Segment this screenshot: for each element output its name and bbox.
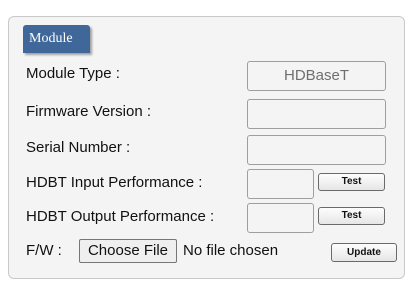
hdbt-input-label: HDBT Input Performance : bbox=[26, 174, 203, 191]
hdbt-output-field bbox=[247, 203, 314, 233]
fw-label: F/W : bbox=[26, 242, 62, 259]
firmware-version-field bbox=[247, 99, 386, 129]
panel-title-tab: Module bbox=[23, 25, 90, 53]
hdbt-input-field bbox=[247, 169, 314, 199]
update-button[interactable]: Update bbox=[331, 243, 397, 262]
serial-number-field bbox=[247, 135, 386, 165]
hdbt-output-label: HDBT Output Performance : bbox=[26, 208, 215, 225]
choose-file-button[interactable]: Choose File bbox=[79, 239, 177, 263]
file-status-text: No file chosen bbox=[183, 242, 279, 259]
module-type-field: HDBaseT bbox=[247, 61, 386, 91]
serial-number-label: Serial Number : bbox=[26, 139, 131, 156]
firmware-version-label: Firmware Version : bbox=[26, 103, 152, 120]
hdbt-output-test-button[interactable]: Test bbox=[318, 207, 385, 225]
module-type-label: Module Type : bbox=[26, 65, 120, 82]
hdbt-input-test-button[interactable]: Test bbox=[318, 173, 385, 191]
